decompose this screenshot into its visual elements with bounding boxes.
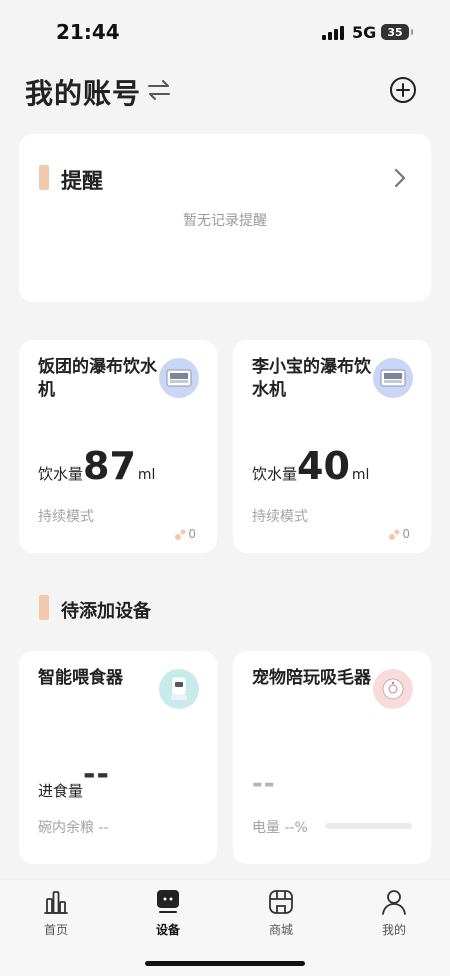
device-name: 饭团的瀑布饮水机 — [38, 357, 157, 400]
device-name: 智能喂食器 — [38, 668, 123, 688]
add-device-icon[interactable] — [389, 76, 417, 104]
metric-value: -- — [83, 757, 110, 792]
food-intake: 进食量 -- — [38, 757, 110, 804]
metric-value: 87 — [83, 444, 136, 488]
store-icon — [269, 890, 293, 914]
nav-label: 我的 — [381, 923, 406, 937]
metric-label: 饮水量 — [38, 465, 84, 483]
device-name: 李小宝的瀑布饮水机 — [252, 357, 371, 400]
nav-item-mine[interactable]: 我的 — [354, 888, 434, 938]
pet-count: 0 — [174, 527, 196, 541]
metric-unit: ml — [351, 467, 370, 483]
status-bar: 21:44 5G 35 — [0, 0, 450, 64]
power-level: 电量 --% — [252, 820, 308, 836]
pending-device-card[interactable]: 宠物陪玩吸毛器 -- 电量 --% — [233, 651, 431, 864]
reminder-title: 提醒 — [61, 169, 103, 193]
feeder-icon — [159, 669, 199, 709]
reminder-card[interactable]: 提醒 暂无记录提醒 — [19, 134, 431, 302]
metric-value: -- — [252, 769, 276, 799]
device-name: 宠物陪玩吸毛器 — [252, 668, 371, 688]
device-card[interactable]: 饭团的瀑布饮水机 饮水量 87 ml 持续模式 0 — [19, 340, 217, 553]
water-fountain-icon — [373, 358, 413, 398]
home-indicator — [145, 961, 305, 966]
water-intake: 饮水量 87 ml — [38, 446, 155, 486]
chevron-right-icon[interactable] — [393, 168, 407, 188]
battery-level: 35 — [387, 25, 403, 39]
metric-label: 饮水量 — [252, 465, 298, 483]
pet-icon — [389, 529, 400, 540]
pending-title: 待添加设备 — [61, 601, 151, 622]
pet-count-value: 0 — [188, 527, 196, 541]
nav-item-home[interactable]: 首页 — [16, 888, 96, 938]
pet-icon — [175, 529, 186, 540]
nav-label: 首页 — [43, 923, 68, 937]
person-icon — [382, 890, 406, 915]
water-intake: 饮水量 40 ml — [252, 446, 369, 486]
pet-count: 0 — [388, 527, 410, 541]
nav-label: 商城 — [268, 923, 293, 937]
device-mode: 持续模式 — [252, 509, 308, 525]
empty-reminder-text: 暂无记录提醒 — [183, 213, 267, 229]
metric-label: 进食量 — [38, 782, 84, 800]
metric-unit: ml — [137, 467, 156, 483]
accent-bar — [39, 165, 49, 190]
nav-item-devices[interactable]: 设备 — [128, 888, 208, 938]
accent-bar — [39, 595, 49, 620]
page-title: 我的账号 — [25, 77, 142, 110]
device-mode: 持续模式 — [38, 509, 94, 525]
chart-icon — [44, 891, 68, 914]
nav-label: 设备 — [155, 923, 180, 937]
pending-device-card[interactable]: 智能喂食器 进食量 -- 碗内余粮 -- — [19, 651, 217, 864]
device-card[interactable]: 李小宝的瀑布饮水机 饮水量 40 ml 持续模式 0 — [233, 340, 431, 553]
vacuum-icon — [373, 669, 413, 709]
metric-value: 40 — [297, 444, 350, 488]
nav-item-store[interactable]: 商城 — [241, 888, 321, 938]
bowl-remaining: 碗内余粮 -- — [38, 820, 109, 836]
status-time: 21:44 — [56, 20, 120, 44]
water-fountain-icon — [159, 358, 199, 398]
device-icon — [157, 890, 179, 913]
network-type: 5G — [352, 23, 377, 42]
pet-count-value: 0 — [402, 527, 410, 541]
signal-icon — [322, 26, 344, 40]
battery-icon: 35 — [381, 24, 413, 40]
power-progress-bar — [325, 823, 412, 829]
switch-account-icon[interactable] — [146, 78, 172, 102]
